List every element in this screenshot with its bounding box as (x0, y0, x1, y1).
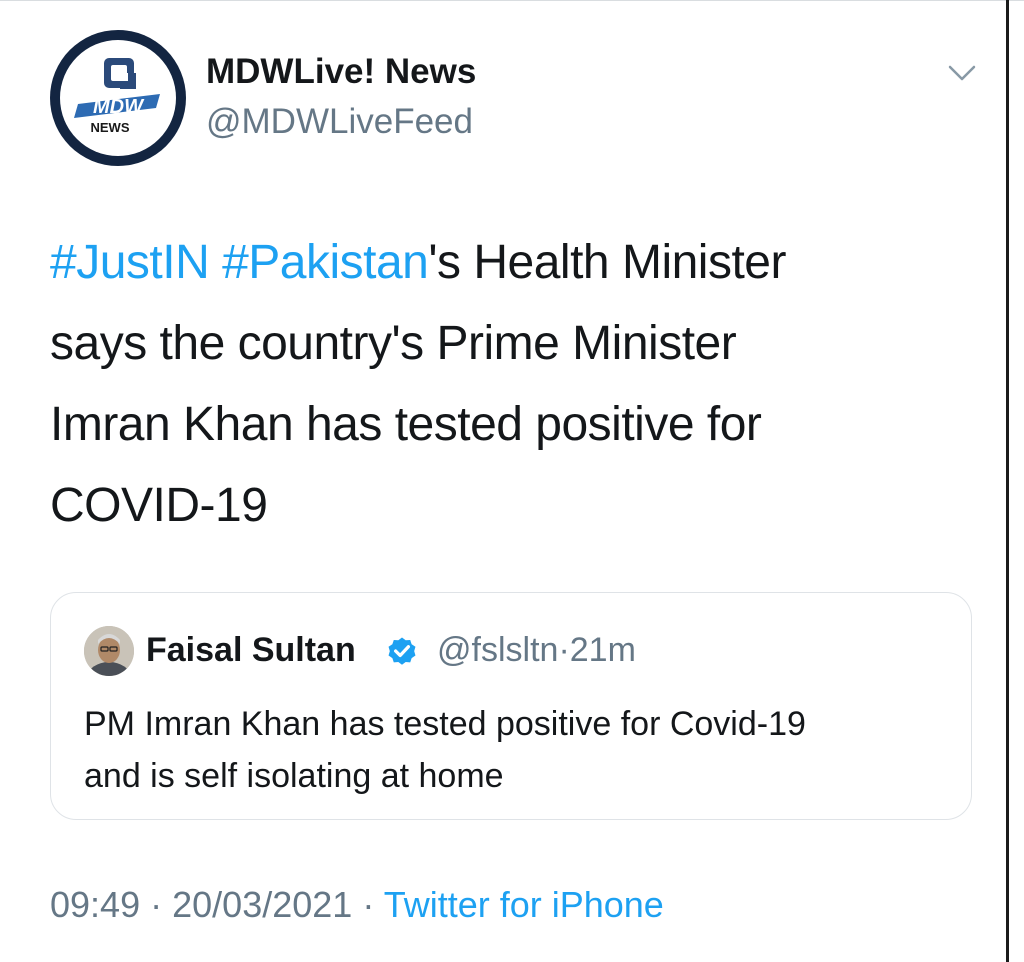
footer-separator-1: · (150, 884, 163, 925)
avatar-news-text: NEWS (91, 120, 130, 135)
person-photo-icon (84, 626, 134, 676)
tweet-line-1-rest: 's Health Minister (428, 236, 786, 289)
verified-badge-icon (388, 637, 416, 665)
hashtag-justin[interactable]: #JustIN (50, 236, 210, 289)
author-avatar[interactable]: MDW NEWS (50, 30, 186, 166)
quoted-text-line-2: and is self isolating at home (84, 757, 504, 795)
hashtag-pakistan[interactable]: #Pakistan (222, 236, 429, 289)
tweet-time: 09:49 (50, 884, 141, 925)
quoted-author-avatar[interactable] (84, 626, 134, 676)
tweet-footer: 09:49 · 20/03/2021 · Twitter for iPhone (50, 884, 664, 926)
chevron-down-icon[interactable] (944, 58, 980, 88)
quoted-tweet-meta: @fslsltn·21m (437, 631, 636, 670)
top-divider (0, 0, 1024, 1)
avatar-logo-text: MDW (93, 96, 145, 118)
quoted-text-line-1: PM Imran Khan has tested positive for Co… (84, 705, 806, 743)
quoted-tweet-text: PM Imran Khan has tested positive for Co… (84, 698, 954, 802)
tweet-source-link[interactable]: Twitter for iPhone (384, 884, 664, 925)
tweet-text: #JustIN #Pakistan's Health Minister says… (50, 222, 950, 546)
quoted-tweet-age: 21m (569, 631, 636, 669)
scroll-edge (1006, 0, 1009, 962)
quoted-author-name[interactable]: Faisal Sultan (146, 631, 356, 670)
footer-separator-2: · (362, 884, 375, 925)
tweet-date: 20/03/2021 (172, 884, 353, 925)
quoted-author-handle[interactable]: @fslsltn (437, 631, 558, 669)
mdw-logo-icon: MDW NEWS (74, 58, 160, 135)
avatar-logo-background: MDW NEWS (60, 40, 176, 156)
tweet-line-4: COVID-19 (50, 479, 268, 532)
author-handle[interactable]: @MDWLiveFeed (206, 102, 473, 142)
author-display-name[interactable]: MDWLive! News (206, 52, 476, 92)
tweet-line-1: #JustIN #Pakistan's Health Minister (50, 222, 950, 303)
meta-separator: · (558, 631, 570, 669)
tweet-line-3: Imran Khan has tested positive for (50, 398, 762, 451)
tweet-line-2: says the country's Prime Minister (50, 317, 737, 370)
